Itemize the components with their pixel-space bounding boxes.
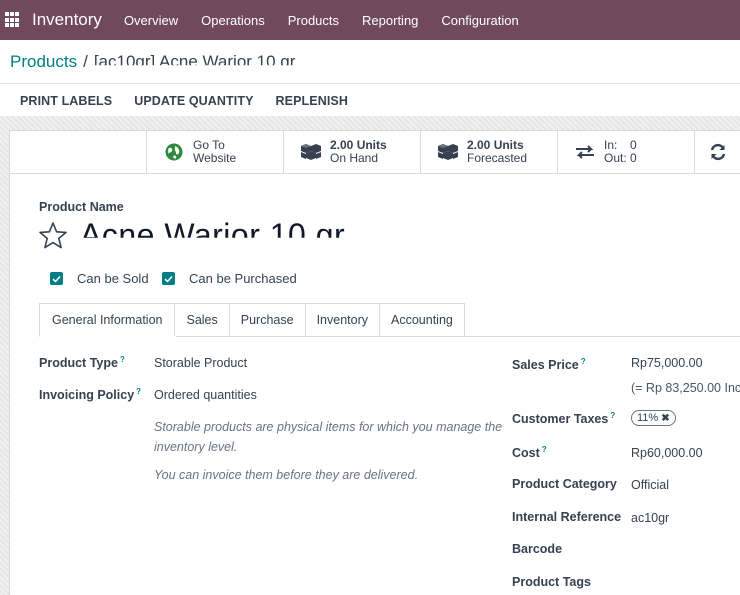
globe-icon xyxy=(163,141,185,163)
can-be-purchased-row[interactable]: Can be Purchased xyxy=(162,271,297,286)
website-line2: Website xyxy=(193,150,237,165)
on-hand-value: 2.00 Units xyxy=(330,137,387,152)
app-name[interactable]: Inventory xyxy=(32,10,102,30)
cost-help[interactable]: ? xyxy=(542,445,547,454)
cost-field[interactable]: Rp60,000.00 xyxy=(631,446,703,460)
can-be-purchased-checkbox[interactable] xyxy=(162,272,175,285)
tab-general-information[interactable]: General Information xyxy=(39,303,176,337)
storable-note: Storable products are physical items for… xyxy=(154,420,503,454)
out-label: Out: xyxy=(604,150,627,165)
breadcrumb: Products / [ac10gr] Acne Warior 10 gr xyxy=(10,52,295,72)
nav-products[interactable]: Products xyxy=(288,13,339,28)
sales-price-field[interactable]: Rp75,000.00 xyxy=(631,356,703,370)
sales-price-help[interactable]: ? xyxy=(581,357,586,366)
in-value: 0 xyxy=(630,137,637,152)
breadcrumb-current: [ac10gr] Acne Warior 10 gr xyxy=(93,52,296,71)
can-be-sold-label[interactable]: Can be Sold xyxy=(77,271,149,286)
product-type-label: Product Type? xyxy=(39,355,125,371)
product-name-label: Product Name xyxy=(39,200,124,214)
header-divider xyxy=(0,83,740,84)
invoicing-policy-label: Invoicing Policy? xyxy=(39,387,142,403)
customer-taxes-label: Customer Taxes? xyxy=(512,411,616,427)
nav-reporting[interactable]: Reporting xyxy=(362,13,418,28)
customer-taxes-help[interactable]: ? xyxy=(610,411,615,420)
notebook-tabs: General Information Sales Purchase Inven… xyxy=(39,303,465,337)
nav-operations[interactable]: Operations xyxy=(201,13,265,28)
website-line1: Go To xyxy=(193,137,225,152)
forecasted-button[interactable]: 2.00 Units Forecasted xyxy=(421,130,558,173)
go-to-website-button[interactable]: Go To Website xyxy=(147,130,284,173)
in-out-button[interactable]: In: 0 Out: 0 xyxy=(558,130,695,173)
invoice-note: You can invoice them before they are del… xyxy=(154,468,419,482)
action-bar: PRINT LABELS UPDATE QUANTITY REPLENISH xyxy=(20,94,370,108)
in-label: In: xyxy=(604,137,618,152)
product-type-field[interactable]: Storable Product xyxy=(154,356,247,370)
forecasted-value: 2.00 Units xyxy=(467,137,524,152)
product-tags-label: Product Tags xyxy=(512,575,591,589)
cubes-icon xyxy=(437,141,459,163)
on-hand-label: On Hand xyxy=(330,150,379,165)
tax-tag: 11% ✖ xyxy=(631,410,676,426)
update-quantity-button[interactable]: UPDATE QUANTITY xyxy=(134,94,253,108)
breadcrumb-separator: / xyxy=(83,52,88,71)
sales-price-incl-tax: (= Rp 83,250.00 Incl xyxy=(631,381,740,395)
top-navbar: Inventory Overview Operations Products R… xyxy=(0,0,740,40)
smart-button-bar: Go To Website 2.00 Units On Hand 2.00 Un… xyxy=(9,130,740,174)
internal-reference-label: Internal Reference xyxy=(512,510,622,524)
tab-accounting[interactable]: Accounting xyxy=(380,303,465,337)
cubes-icon xyxy=(300,141,322,163)
star-icon[interactable] xyxy=(38,221,70,251)
product-category-field[interactable]: Official xyxy=(631,478,669,492)
on-hand-button[interactable]: 2.00 Units On Hand xyxy=(284,130,421,173)
refresh-button[interactable] xyxy=(695,130,735,173)
cost-label: Cost? xyxy=(512,445,547,461)
tab-inventory[interactable]: Inventory xyxy=(305,303,380,337)
tab-purchase[interactable]: Purchase xyxy=(229,303,306,337)
internal-reference-field[interactable]: ac10gr xyxy=(631,511,669,525)
active-tab-underline-cover xyxy=(40,336,176,337)
customer-taxes-field[interactable]: 11% ✖ xyxy=(631,410,676,426)
out-value: 0 xyxy=(630,150,637,165)
replenish-button[interactable]: REPLENISH xyxy=(276,94,348,108)
in-out-values: In: 0 Out: 0 xyxy=(604,137,650,165)
sales-price-label: Sales Price? xyxy=(512,357,586,373)
print-labels-button[interactable]: PRINT LABELS xyxy=(20,94,112,108)
breadcrumb-products-link[interactable]: Products xyxy=(10,52,77,71)
smart-button-spacer xyxy=(9,130,147,173)
nav-configuration[interactable]: Configuration xyxy=(441,13,518,28)
can-be-sold-row[interactable]: Can be Sold xyxy=(50,271,149,286)
tab-sales[interactable]: Sales xyxy=(175,303,230,337)
invoicing-policy-field[interactable]: Ordered quantities xyxy=(154,388,257,402)
forecasted-label: Forecasted xyxy=(467,150,528,165)
product-type-help[interactable]: ? xyxy=(120,355,125,364)
can-be-sold-checkbox[interactable] xyxy=(50,272,63,285)
apps-grid-icon[interactable] xyxy=(5,12,21,28)
barcode-label: Barcode xyxy=(512,542,563,556)
remove-tag-icon[interactable]: ✖ xyxy=(661,413,669,424)
invoicing-policy-help[interactable]: ? xyxy=(136,387,141,396)
refresh-icon xyxy=(707,141,729,163)
can-be-purchased-label[interactable]: Can be Purchased xyxy=(189,271,297,286)
exchange-icon xyxy=(574,141,596,163)
nav-overview[interactable]: Overview xyxy=(124,13,178,28)
product-category-label: Product Category xyxy=(512,477,617,491)
